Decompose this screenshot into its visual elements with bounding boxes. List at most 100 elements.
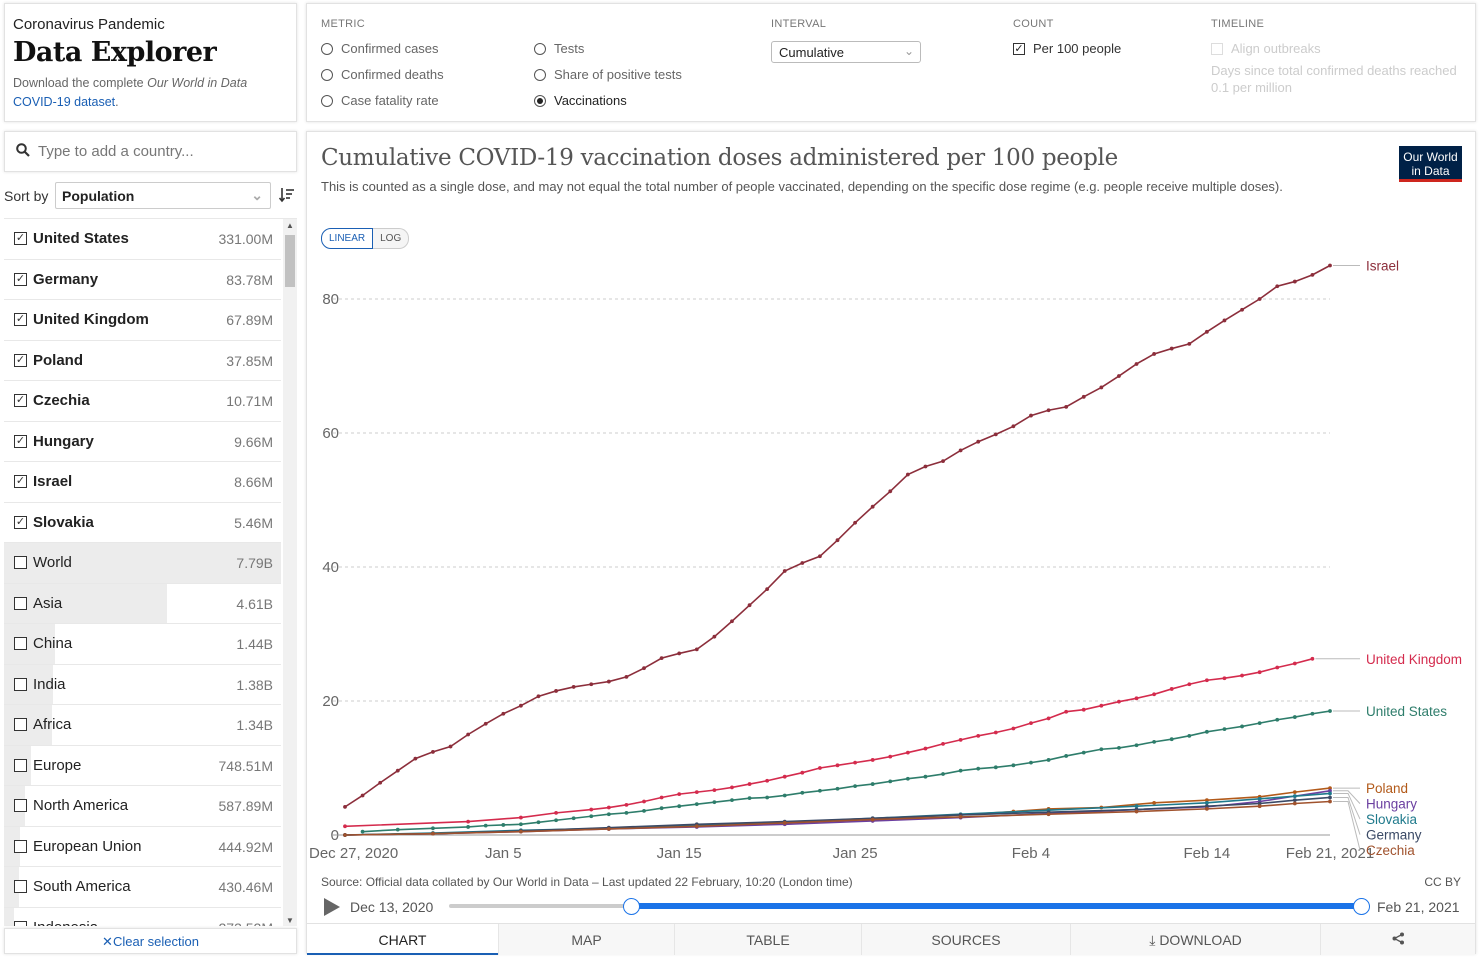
data-point xyxy=(870,758,875,762)
country-row[interactable]: Europe 748.51M xyxy=(4,745,281,786)
list-scrollbar[interactable]: ▲ ▼ xyxy=(283,219,297,926)
data-point xyxy=(1257,297,1262,301)
interval-select[interactable]: Cumulative ⌄ xyxy=(771,41,921,63)
dataset-link[interactable]: COVID-19 dataset xyxy=(13,95,115,109)
country-row[interactable]: European Union 444.92M xyxy=(4,826,281,867)
timeline-description: Days since total confirmed deaths reache… xyxy=(1211,63,1457,95)
align-outbreaks-checkbox[interactable]: Align outbreaks xyxy=(1211,41,1321,56)
data-point xyxy=(518,815,523,820)
metric-label: Case fatality rate xyxy=(341,93,439,108)
data-point xyxy=(1046,716,1051,721)
sort-direction-icon[interactable] xyxy=(278,187,295,207)
checkbox-checked-icon[interactable]: ✓ xyxy=(14,515,27,529)
download-label: DOWNLOAD xyxy=(1159,932,1242,948)
checkbox-icon[interactable] xyxy=(14,880,27,893)
data-point xyxy=(1204,806,1209,811)
data-point xyxy=(905,776,910,781)
metric-label: Vaccinations xyxy=(554,93,627,108)
checkbox-checked-icon[interactable]: ✓ xyxy=(14,272,27,286)
sort-value: Population xyxy=(62,188,135,204)
data-point xyxy=(1328,263,1332,268)
country-search-input[interactable]: Type to add a country... xyxy=(4,131,297,172)
checkbox-icon[interactable] xyxy=(14,758,27,772)
count-heading: COUNT xyxy=(1013,18,1054,30)
country-population: 587.89M xyxy=(218,798,273,814)
checkbox-icon[interactable] xyxy=(14,799,27,812)
tab-share[interactable] xyxy=(1320,924,1475,955)
country-row[interactable]: North America 587.89M xyxy=(4,786,281,827)
tab-map[interactable]: MAP xyxy=(498,924,674,955)
data-point xyxy=(870,504,875,509)
scroll-down-icon[interactable]: ▼ xyxy=(286,916,294,925)
country-row[interactable]: ✓ Slovakia 5.46M xyxy=(4,503,281,543)
series-line xyxy=(344,789,1331,836)
country-row[interactable]: ✓ Hungary 9.66M xyxy=(4,422,281,462)
owid-logo[interactable]: Our World in Data xyxy=(1399,146,1462,182)
country-row[interactable]: China 1.44B xyxy=(4,624,281,665)
data-point xyxy=(1292,279,1297,284)
checkbox-checked-icon[interactable]: ✓ xyxy=(14,475,27,488)
timeline-end-handle[interactable] xyxy=(1353,898,1370,915)
timeline-start-handle[interactable] xyxy=(623,898,641,915)
data-point xyxy=(1310,711,1315,716)
sort-select[interactable]: Population ⌄ xyxy=(55,182,271,209)
metric-vaccinations[interactable]: Vaccinations xyxy=(534,93,627,108)
log-scale-button[interactable]: LOG xyxy=(373,228,410,249)
country-row[interactable]: ✓ United States 331.00M xyxy=(4,219,281,260)
population-share-bar xyxy=(4,907,14,926)
country-population: 4.61B xyxy=(236,595,273,612)
clear-selection-button[interactable]: ✕Clear selection xyxy=(4,928,297,954)
checkbox-checked-icon[interactable]: ✓ xyxy=(14,394,27,407)
data-point xyxy=(1222,676,1227,681)
country-row[interactable]: Indonesia 273.52M xyxy=(4,907,281,927)
tab-chart[interactable]: CHART xyxy=(307,924,498,955)
metric-tests[interactable]: Tests xyxy=(534,41,584,56)
checkbox-icon[interactable] xyxy=(14,920,27,926)
country-row[interactable]: ✓ Czechia 10.71M xyxy=(4,381,281,422)
checkbox-checked-icon[interactable]: ✓ xyxy=(14,313,27,326)
search-placeholder: Type to add a country... xyxy=(38,143,194,160)
metric-case-fatality-rate[interactable]: Case fatality rate xyxy=(321,93,439,108)
scroll-up-icon[interactable]: ▲ xyxy=(286,221,294,230)
checkbox-checked-icon[interactable]: ✓ xyxy=(14,232,27,245)
checkbox-icon[interactable] xyxy=(14,556,27,569)
country-row[interactable]: ✓ Israel 8.66M xyxy=(4,462,281,503)
data-point xyxy=(624,674,629,679)
checkbox-checked-icon[interactable]: ✓ xyxy=(14,434,27,448)
country-name: Indonesia xyxy=(33,919,98,927)
country-row[interactable]: ✓ United Kingdom 67.89M xyxy=(4,300,281,341)
tab-table[interactable]: TABLE xyxy=(674,924,861,955)
checkbox-icon[interactable] xyxy=(14,596,27,610)
metric-confirmed-cases[interactable]: Confirmed cases xyxy=(321,41,439,56)
per-100-people-checkbox[interactable]: ✓ Per 100 people xyxy=(1013,41,1121,56)
checkbox-icon[interactable] xyxy=(14,677,27,691)
data-point xyxy=(343,824,347,829)
checkbox-icon[interactable] xyxy=(14,839,27,853)
play-icon[interactable] xyxy=(324,898,340,916)
header-panel: Coronavirus Pandemic Data Explorer Downl… xyxy=(4,3,297,122)
country-row[interactable]: India 1.38B xyxy=(4,664,281,705)
country-row[interactable]: South America 430.46M xyxy=(4,867,281,908)
license-link[interactable]: CC BY xyxy=(1424,875,1461,889)
data-point xyxy=(536,694,541,699)
checkbox-checked-icon[interactable]: ✓ xyxy=(14,353,27,367)
scrollbar-thumb[interactable] xyxy=(285,235,295,287)
metric-share-positive[interactable]: Share of positive tests xyxy=(534,67,682,82)
tab-download[interactable]: ⤓ DOWNLOAD xyxy=(1070,924,1320,955)
timeline-range-fill xyxy=(631,903,1361,909)
country-row[interactable]: World 7.79B xyxy=(4,543,281,584)
metric-confirmed-deaths[interactable]: Confirmed deaths xyxy=(321,67,444,82)
country-population: 273.52M xyxy=(219,920,273,927)
linear-scale-button[interactable]: LINEAR xyxy=(321,228,374,249)
radio-icon xyxy=(534,68,546,81)
country-row[interactable]: Asia 4.61B xyxy=(4,583,281,624)
country-row[interactable]: Africa 1.34B xyxy=(4,705,281,746)
checkbox-icon[interactable] xyxy=(14,637,27,650)
country-row[interactable]: ✓ Germany 83.78M xyxy=(4,260,281,300)
data-point xyxy=(923,746,928,751)
tab-sources[interactable]: SOURCES xyxy=(861,924,1070,955)
country-row[interactable]: ✓ Poland 37.85M xyxy=(4,341,281,381)
data-point xyxy=(730,798,734,803)
data-point xyxy=(1328,791,1332,796)
checkbox-icon[interactable] xyxy=(14,718,27,731)
